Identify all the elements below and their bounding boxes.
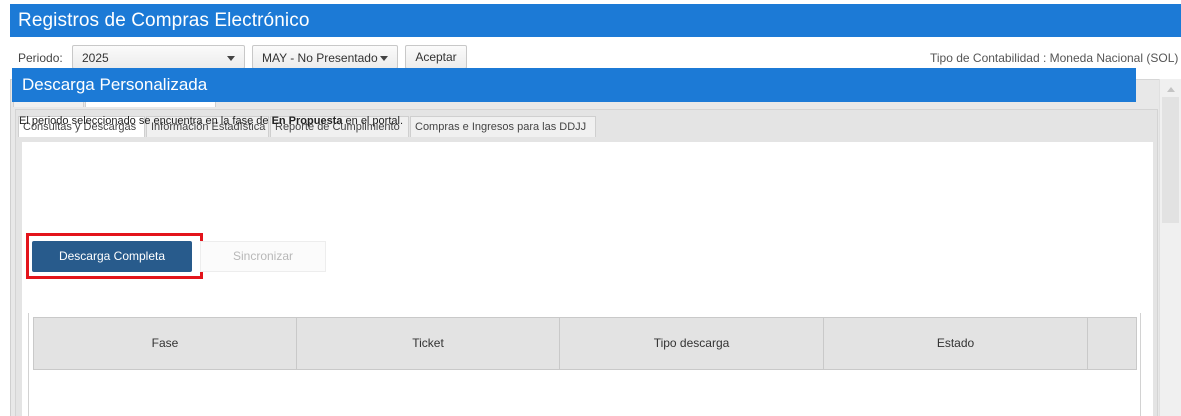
column-header-ticket[interactable]: Ticket <box>297 318 560 369</box>
column-header-fase[interactable]: Fase <box>34 318 297 369</box>
section-header: Descarga Personalizada <box>12 68 1136 102</box>
download-complete-button[interactable]: Descarga Completa <box>32 241 192 272</box>
info-suffix: en el portal. <box>342 115 404 127</box>
column-header-tipo-descarga[interactable]: Tipo descarga <box>560 318 824 369</box>
year-select[interactable]: 2025 <box>72 45 245 69</box>
column-header-actions <box>1088 318 1136 369</box>
month-select[interactable]: MAY - No Presentado <box>252 45 398 69</box>
period-phase-info: El periodo seleccionado se encuentra en … <box>19 115 403 127</box>
table-header: Fase Ticket Tipo descarga Estado <box>33 317 1137 370</box>
sync-button: Sincronizar <box>200 241 326 272</box>
section-title: Descarga Personalizada <box>22 75 208 94</box>
info-prefix: El periodo seleccionado se encuentra en … <box>19 115 272 127</box>
downloads-table: Fase Ticket Tipo descarga Estado <box>28 313 1141 416</box>
column-header-estado[interactable]: Estado <box>824 318 1088 369</box>
year-select-value: 2025 <box>82 51 109 65</box>
month-select-value: MAY - No Presentado <box>262 51 378 65</box>
app-title-bar: Registros de Compras Electrónico <box>10 4 1181 37</box>
tab-compras-ingresos-ddjj[interactable]: Compras e Ingresos para las DDJJ <box>410 116 596 137</box>
accept-button[interactable]: Aceptar <box>405 45 467 69</box>
panel-border <box>10 79 11 416</box>
app-title: Registros de Compras Electrónico <box>18 10 310 31</box>
vertical-scrollbar[interactable] <box>1159 79 1181 416</box>
chevron-down-icon <box>380 56 388 61</box>
contabilidad-type-text: Tipo de Contabilidad : Moneda Nacional (… <box>930 51 1179 65</box>
chevron-down-icon <box>227 56 235 61</box>
periodo-label: Periodo: <box>18 51 63 65</box>
scroll-up-icon[interactable] <box>1167 87 1175 92</box>
scroll-thumb[interactable] <box>1162 97 1179 223</box>
phase-name: En Propuesta <box>271 115 343 127</box>
